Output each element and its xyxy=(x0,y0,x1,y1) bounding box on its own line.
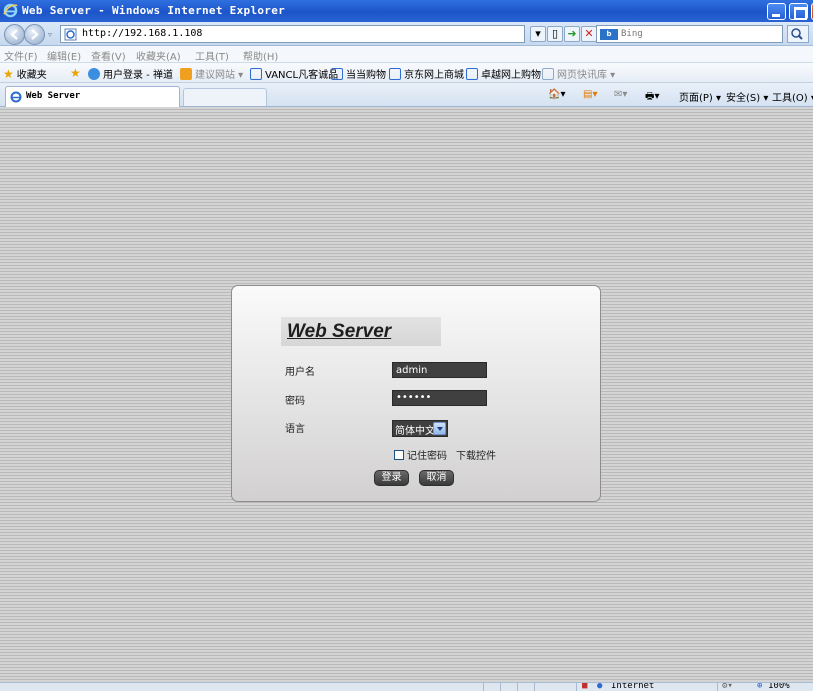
compatibility-view-icon[interactable]: ▯ xyxy=(547,26,563,42)
username-label: 用户名 xyxy=(285,367,315,378)
menu-help[interactable]: 帮助(H) xyxy=(243,48,278,63)
favorites-button[interactable]: ★ 收藏夹 xyxy=(3,66,47,82)
page-menu-button[interactable]: 页面(P) ▾ xyxy=(679,89,721,104)
ie-page-icon xyxy=(466,67,478,80)
menu-edit[interactable]: 编辑(E) xyxy=(47,48,81,63)
page-icon xyxy=(64,28,77,41)
security-zone-label: Internet xyxy=(611,682,655,691)
history-dropdown-icon[interactable]: ▿ xyxy=(48,30,52,39)
safety-menu-button[interactable]: 安全(S) ▾ xyxy=(726,89,768,104)
tools-menu-button[interactable]: 工具(O) ▾ xyxy=(772,89,813,104)
new-tab-button[interactable] xyxy=(183,88,267,106)
status-divider xyxy=(517,683,518,691)
zoom-level[interactable]: 100% xyxy=(768,683,790,691)
fav-item-zentao[interactable]: 用户登录 - 禅道 xyxy=(88,66,173,81)
fav-label: VANCL凡客诚品 xyxy=(265,70,339,81)
fav-label: 卓越网上购物 xyxy=(481,70,541,81)
search-box[interactable]: b xyxy=(596,25,783,43)
fav-label: 京东网上商城 xyxy=(404,70,464,81)
fav-item-suggested[interactable]: 建议网站 ▾ xyxy=(180,66,243,81)
ie-page-icon xyxy=(389,67,401,80)
feeds-icon[interactable]: ▤▾ xyxy=(583,89,597,100)
url-field[interactable]: http://192.168.1.108 xyxy=(60,25,525,43)
menu-file[interactable]: 文件(F) xyxy=(4,48,38,63)
stop-button[interactable]: ✕ xyxy=(581,26,597,42)
remember-password-label: 记住密码 xyxy=(407,451,447,462)
fav-item-webslice[interactable]: 网页快讯库 ▾ xyxy=(542,66,615,81)
fav-label: 网页快讯库 ▾ xyxy=(557,70,616,81)
fav-item-jd[interactable]: 京东网上商城 xyxy=(389,66,464,81)
tab-label: Web Server xyxy=(26,91,81,101)
back-button[interactable] xyxy=(4,24,25,45)
magnifier-icon xyxy=(791,28,803,40)
language-select[interactable]: 简体中文 xyxy=(392,420,448,437)
zoom-icon[interactable]: ⊕ xyxy=(757,683,762,691)
password-label: 密码 xyxy=(285,396,305,407)
window-title: Web Server - Windows Internet Explorer xyxy=(22,4,286,17)
status-divider xyxy=(576,683,577,691)
add-star-icon: ★ xyxy=(70,66,81,80)
ie-page-icon xyxy=(542,67,554,80)
status-divider xyxy=(717,683,718,691)
add-favorite-button[interactable]: ★ xyxy=(70,66,81,80)
search-input[interactable] xyxy=(621,27,771,41)
status-divider xyxy=(534,683,535,691)
ie-page-icon xyxy=(250,67,262,80)
internet-zone-icon: ● xyxy=(597,682,603,691)
minimize-button[interactable] xyxy=(767,3,786,20)
address-dropdown-button[interactable]: ▾ xyxy=(530,26,546,42)
username-input[interactable] xyxy=(392,362,487,378)
status-divider xyxy=(500,683,501,691)
language-label: 语言 xyxy=(285,424,305,435)
fav-item-vancl[interactable]: VANCL凡客诚品 xyxy=(250,66,338,81)
mail-icon[interactable]: ✉▾ xyxy=(614,89,627,100)
fav-label: 建议网站 ▾ xyxy=(195,70,244,81)
forward-arrow-icon xyxy=(31,29,39,40)
tab-web-server[interactable]: Web Server xyxy=(5,86,180,107)
login-button[interactable]: 登录 xyxy=(374,470,409,486)
favorites-label: 收藏夹 xyxy=(16,70,47,81)
back-arrow-icon xyxy=(10,29,18,40)
status-gear-icon[interactable]: ⚙▾ xyxy=(722,683,733,691)
cancel-button[interactable]: 取消 xyxy=(419,470,454,486)
status-divider xyxy=(483,683,484,691)
download-control-link[interactable]: 下载控件 xyxy=(456,447,496,462)
fav-item-dangdang[interactable]: 当当购物 xyxy=(331,66,386,81)
fav-label: 用户登录 - 禅道 xyxy=(103,70,173,81)
globe-icon xyxy=(88,67,100,80)
protected-mode-icon[interactable]: ■ xyxy=(582,683,587,691)
address-bar: ▿ http://192.168.1.108 ▾ ▯ ➜ ✕ b xyxy=(0,22,813,46)
status-bar: ■ ● Internet ⚙▾ ⊕ 100% xyxy=(0,682,813,691)
fav-item-joyo[interactable]: 卓越网上购物 xyxy=(466,66,541,81)
ie-logo-icon xyxy=(3,3,18,18)
url-text[interactable]: http://192.168.1.108 xyxy=(82,28,202,39)
remember-password[interactable]: 记住密码 xyxy=(394,447,447,462)
login-panel: Web Server 用户名 密码 •••••• 语言 简体中文 记住密码 下载… xyxy=(231,285,601,502)
menu-tools[interactable]: 工具(T) xyxy=(195,48,229,63)
remember-password-checkbox[interactable] xyxy=(394,449,404,460)
menu-bar: 文件(F) 编辑(E) 查看(V) 收藏夹(A) 工具(T) 帮助(H) xyxy=(0,46,813,63)
suggested-sites-icon xyxy=(180,67,192,80)
page-content: Web Server 用户名 密码 •••••• 语言 简体中文 记住密码 下载… xyxy=(0,107,813,682)
go-button[interactable]: ➜ xyxy=(564,26,580,42)
menu-favorites[interactable]: 收藏夹(A) xyxy=(136,48,181,63)
star-icon: ★ xyxy=(3,66,14,81)
home-icon[interactable]: 🏠▾ xyxy=(548,89,565,100)
chevron-down-icon[interactable] xyxy=(433,422,446,435)
print-icon[interactable]: 🖶▾ xyxy=(645,89,659,106)
title-bar: Web Server - Windows Internet Explorer xyxy=(0,0,813,22)
maximize-button[interactable] xyxy=(789,3,808,20)
search-button[interactable] xyxy=(787,25,809,43)
tab-bar: Web Server 🏠▾ ▤▾ ✉▾ 🖶▾ 页面(P) ▾ 安全(S) ▾ 工… xyxy=(0,83,813,107)
login-title: Web Server xyxy=(287,321,392,342)
password-input[interactable]: •••••• xyxy=(392,390,487,406)
forward-button[interactable] xyxy=(24,24,45,45)
ie-logo-icon xyxy=(10,91,22,103)
ie-page-icon xyxy=(331,67,343,80)
fav-label: 当当购物 xyxy=(346,70,386,81)
menu-view[interactable]: 查看(V) xyxy=(91,48,126,63)
favorites-bar: ★ 收藏夹 ★ 用户登录 - 禅道 建议网站 ▾ VANCL凡客诚品 当当购物 … xyxy=(0,63,813,83)
language-value: 简体中文 xyxy=(395,426,435,437)
bing-logo-icon: b xyxy=(600,29,618,40)
